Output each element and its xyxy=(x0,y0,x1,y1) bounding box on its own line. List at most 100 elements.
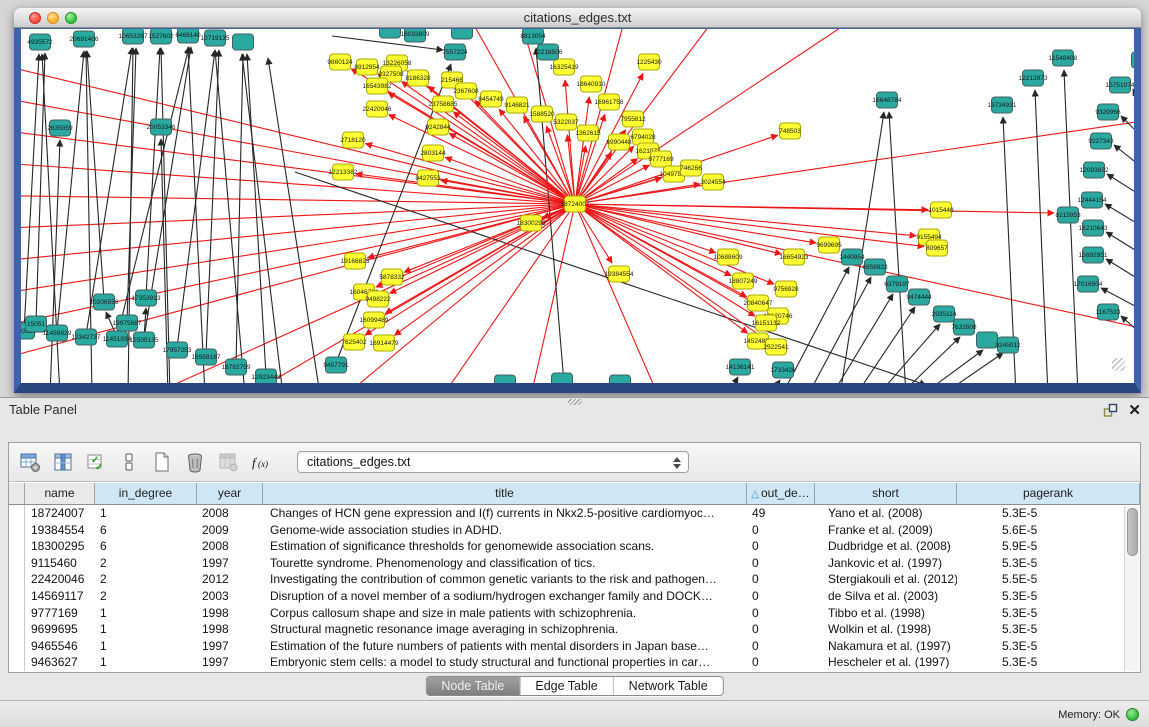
graph-node-label: 1440954 xyxy=(839,254,865,261)
cell-name: 14569117 xyxy=(25,588,95,605)
graph-node-label: 809657 xyxy=(926,245,948,252)
zoom-window-icon[interactable] xyxy=(65,12,77,24)
memory-indicator[interactable]: Memory: OK xyxy=(1058,701,1139,727)
table-settings-icon[interactable] xyxy=(19,451,41,473)
network-canvas-frame: 1872400798601248912954132260589327508165… xyxy=(14,28,1141,393)
cell-name: 9463627 xyxy=(25,654,95,671)
graph-node-label: 17016504 xyxy=(1074,281,1103,288)
tab-edge-table[interactable]: Edge Table xyxy=(519,677,612,695)
graph-node-label: 14136141 xyxy=(726,364,755,371)
graph-node-label: 12923448 xyxy=(252,374,281,381)
graph-node-label: 20206556 xyxy=(90,299,119,306)
rows-icon[interactable] xyxy=(118,451,140,473)
graph-node[interactable] xyxy=(610,375,631,383)
graph-node-label: 12213382 xyxy=(329,169,358,176)
function-builder-icon[interactable]: f (x) xyxy=(250,451,272,473)
cell-out_degree: 49 xyxy=(747,505,815,522)
cell-in_degree: 1 xyxy=(95,638,197,655)
column-header-label: out_de… xyxy=(761,486,810,500)
sort-ascending-icon: △ xyxy=(751,489,759,500)
tab-node-table[interactable]: Node Table xyxy=(426,677,519,695)
table-row[interactable]: 2242004622012Investigating the contribut… xyxy=(9,571,1140,588)
graph-node-label: 20053346 xyxy=(147,124,176,131)
graph-node-label: 7632608 xyxy=(951,324,977,331)
close-window-icon[interactable] xyxy=(29,12,41,24)
new-table-icon[interactable] xyxy=(151,451,173,473)
table-mode-tabs: Node TableEdge TableNetwork Table xyxy=(425,676,723,696)
cell-name: 9699695 xyxy=(25,621,95,638)
graph-node-label: 16961758 xyxy=(595,99,624,106)
cell-name: 18300295 xyxy=(25,538,95,555)
import-table-icon[interactable] xyxy=(217,451,239,473)
table-row[interactable]: 1872400712008Changes of HCN gene express… xyxy=(9,505,1140,522)
table-row[interactable]: 969969511998Structural magnetic resonanc… xyxy=(9,621,1140,638)
cell-title: Structural magnetic resonance image aver… xyxy=(263,621,747,638)
row-gutter xyxy=(9,555,25,572)
delete-table-icon[interactable] xyxy=(184,451,206,473)
network-view[interactable]: 1872400798601248912954132260589327508165… xyxy=(21,29,1134,383)
cell-in_degree: 1 xyxy=(95,505,197,522)
graph-node-label: 6379197 xyxy=(884,281,910,288)
column-header-name[interactable]: name xyxy=(25,483,95,505)
graph-node[interactable] xyxy=(977,332,998,348)
table-row[interactable]: 977716911998Corpus callosum shape and si… xyxy=(9,605,1140,622)
window-resize-grip[interactable] xyxy=(1112,358,1125,371)
graph-nodes: 1872400798601248912954132260589327508165… xyxy=(21,29,1134,383)
graph-node-label: 1733426 xyxy=(770,367,796,374)
show-column-icon[interactable] xyxy=(52,451,74,473)
cell-year: 1997 xyxy=(197,638,263,655)
column-header-label: in_degree xyxy=(119,486,172,500)
table-row[interactable]: 946554611997Estimation of the future num… xyxy=(9,638,1140,655)
float-window-icon[interactable] xyxy=(1103,403,1118,418)
memory-ok-icon xyxy=(1126,708,1139,721)
column-header-in_degree[interactable]: in_degree xyxy=(95,483,197,505)
cell-pagerank: 5.3E-5 xyxy=(957,638,1140,655)
graph-node-label: 18300295 xyxy=(517,220,546,227)
graph-node-label: 23758685 xyxy=(429,101,458,108)
graph-node-label: 1225430 xyxy=(636,59,662,66)
table-row[interactable]: 1938455462009Genome-wide association stu… xyxy=(9,522,1140,539)
graph-node[interactable] xyxy=(495,375,516,383)
graph-node[interactable] xyxy=(552,373,573,383)
close-panel-icon[interactable]: ✕ xyxy=(1128,403,1141,418)
graph-node-label: 16648784 xyxy=(873,97,902,104)
table-vertical-scrollbar[interactable] xyxy=(1124,506,1139,671)
graph-node[interactable] xyxy=(233,34,254,50)
select-all-icon[interactable]: ✓ ✓ xyxy=(85,451,107,473)
tab-network-table[interactable]: Network Table xyxy=(613,677,723,695)
graph-node[interactable] xyxy=(1132,52,1135,68)
cell-pagerank: 5.3E-5 xyxy=(957,605,1140,622)
table-select-value: citations_edges.txt xyxy=(307,455,411,469)
svg-text:✓: ✓ xyxy=(95,462,103,473)
column-header-title[interactable]: title xyxy=(263,483,747,505)
cell-in_degree: 6 xyxy=(95,538,197,555)
column-header-short[interactable]: short xyxy=(815,483,957,505)
row-gutter xyxy=(9,571,25,588)
graph-node[interactable] xyxy=(452,29,473,39)
table-row[interactable]: 1456911722003Disruption of a novel membe… xyxy=(9,588,1140,605)
column-header-out_degree[interactable]: △out_de… xyxy=(747,483,815,505)
minimize-window-icon[interactable] xyxy=(47,12,59,24)
graph-node[interactable] xyxy=(380,29,401,38)
cell-title: Corpus callosum shape and size in male p… xyxy=(263,605,747,622)
graph-node-label: 9227343 xyxy=(1088,138,1114,145)
table-row[interactable]: 911546021997Tourette syndrome. Phenomeno… xyxy=(9,555,1140,572)
table-panel-title: Table Panel xyxy=(9,402,77,417)
table-panel: Table Panel ✕ xyxy=(0,397,1149,727)
row-gutter xyxy=(9,538,25,555)
combo-arrows-icon xyxy=(672,455,681,471)
window-titlebar[interactable]: citations_edges.txt xyxy=(14,8,1141,28)
column-header-year[interactable]: year xyxy=(197,483,263,505)
column-header-pagerank[interactable]: pagerank xyxy=(957,483,1140,505)
table-select-combo[interactable]: citations_edges.txt xyxy=(297,451,689,473)
column-header-label: name xyxy=(44,486,74,500)
table-row[interactable]: 1830029562008Estimation of significance … xyxy=(9,538,1140,555)
graph-node-label: 5322037 xyxy=(553,119,579,126)
graph-node-label: 4935572 xyxy=(27,39,53,46)
graph-node-label: 9457791 xyxy=(323,362,349,369)
table-row[interactable]: 946362711997Embryonic stem cells: a mode… xyxy=(9,654,1140,671)
graph-node-label: 20691406 xyxy=(70,36,99,43)
cell-out_degree: 0 xyxy=(747,605,815,622)
scrollbar-thumb[interactable] xyxy=(1127,508,1138,556)
graph-node-label: 2718120 xyxy=(340,137,366,144)
